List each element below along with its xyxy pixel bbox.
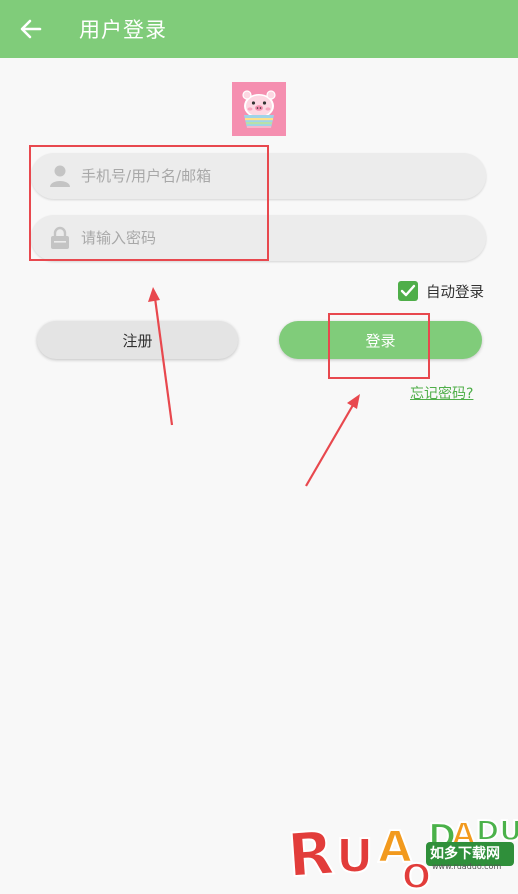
svg-text:U: U xyxy=(336,829,373,883)
pig-in-cup-icon xyxy=(232,82,286,136)
app-bar: 用户登录 xyxy=(0,0,518,58)
forgot-password-link[interactable]: 忘记密码? xyxy=(410,383,473,403)
annotation-box-fields xyxy=(29,145,269,261)
register-button[interactable]: 注册 xyxy=(37,321,238,359)
annotation-arrow-login xyxy=(305,394,360,487)
annotation-box-login xyxy=(328,313,430,379)
avatar xyxy=(232,82,286,136)
svg-text:R: R xyxy=(285,818,336,891)
watermark-chinese: 如多下载网 xyxy=(430,846,500,862)
page-title: 用户登录 xyxy=(79,18,167,42)
auto-login-toggle[interactable]: 自动登录 xyxy=(398,280,484,302)
auto-login-checkbox[interactable] xyxy=(398,281,418,301)
back-button[interactable] xyxy=(14,13,48,45)
check-icon xyxy=(400,284,416,297)
watermark-url: www.ruaduo.com xyxy=(432,862,502,871)
arrow-left-icon xyxy=(20,19,42,39)
auto-login-label: 自动登录 xyxy=(426,284,484,301)
